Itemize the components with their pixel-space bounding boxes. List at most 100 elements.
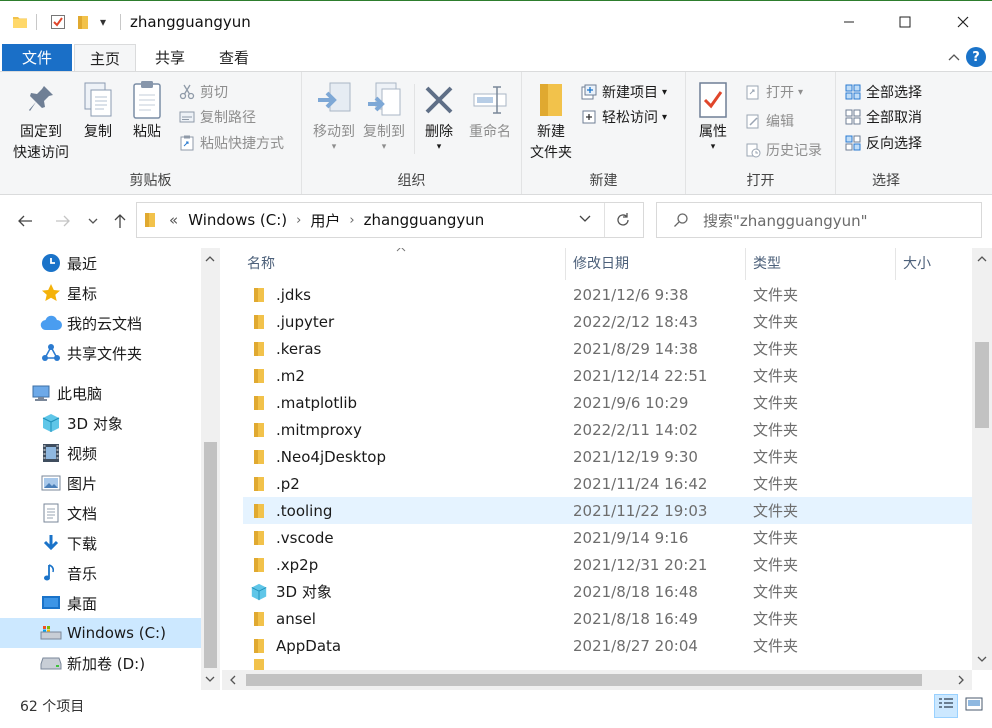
file-row[interactable]: .Neo4jDesktop 2021/12/19 9:30 文件夹 [243, 443, 972, 470]
paste-button[interactable]: 粘贴 [124, 78, 170, 143]
rename-button[interactable]: 重命名 [462, 78, 518, 143]
copy-button[interactable]: 复制 [76, 78, 120, 143]
nav-item-videos[interactable]: 视频 [0, 438, 202, 468]
help-icon[interactable]: ? [966, 47, 986, 67]
recent-locations-dropdown[interactable] [84, 210, 102, 232]
customize-toolbar-dropdown[interactable]: ▾ [100, 12, 106, 32]
column-divider[interactable] [745, 248, 746, 280]
scroll-down-arrow-icon[interactable] [973, 650, 991, 668]
properties-button[interactable]: 属性 ▾ [690, 78, 736, 152]
file-row[interactable]: .jupyter 2022/2/12 18:43 文件夹 [243, 308, 972, 335]
address-bar[interactable]: « Windows (C:) › 用户 › zhangguangyun [136, 202, 644, 238]
select-none-button[interactable]: 全部取消 [844, 105, 922, 129]
breadcrumb-chevron-icon[interactable]: › [296, 213, 301, 228]
large-icons-view-button[interactable] [962, 694, 986, 718]
nav-item-shared-folder[interactable]: 共享文件夹 [0, 338, 202, 368]
window-folder-icon [12, 12, 28, 32]
scroll-up-arrow-icon[interactable] [201, 250, 219, 268]
file-row[interactable]: .vscode 2021/9/14 9:16 文件夹 [243, 524, 972, 551]
column-header-type[interactable]: 类型 [753, 248, 781, 280]
copy-path-button[interactable]: 复制路径 [178, 105, 256, 129]
new-folder-button[interactable]: 新建 文件夹 [524, 78, 578, 164]
nav-pane-scrollbar[interactable] [201, 248, 220, 690]
address-overflow[interactable]: « [169, 211, 178, 229]
file-list-scroll-thumb[interactable] [975, 342, 989, 428]
address-dropdown-icon[interactable] [579, 215, 591, 223]
file-row[interactable]: AppData 2021/8/27 20:04 文件夹 [243, 632, 972, 659]
file-list-vertical-scrollbar[interactable] [972, 248, 992, 670]
column-header-name[interactable]: 名称 [247, 248, 275, 280]
scroll-right-arrow-icon[interactable] [952, 671, 970, 689]
breadcrumb-users[interactable]: 用户 [310, 210, 340, 231]
edit-button[interactable]: 编辑 [744, 109, 794, 133]
breadcrumb-current[interactable]: zhangguangyun [364, 211, 485, 229]
breadcrumb-drive[interactable]: Windows (C:) [188, 211, 287, 229]
move-to-button[interactable]: 移动到 ▾ [306, 78, 362, 152]
delete-button[interactable]: 删除 ▾ [418, 78, 460, 152]
copy-to-button[interactable]: 复制到 ▾ [356, 78, 412, 152]
file-type: 文件夹 [753, 340, 799, 358]
invert-selection-button[interactable]: 反向选择 [844, 131, 922, 155]
new-folder-quick-icon[interactable] [76, 12, 90, 32]
file-row[interactable]: 3D 对象 2021/8/18 16:48 文件夹 [243, 578, 972, 605]
file-row-hovered[interactable]: .tooling 2021/11/22 19:03 文件夹 [243, 497, 972, 524]
column-divider[interactable] [895, 248, 896, 280]
nav-item-this-pc[interactable]: 此电脑 [0, 378, 202, 408]
select-all-button[interactable]: 全部选择 [844, 80, 922, 104]
nav-item-desktop[interactable]: 桌面 [0, 588, 202, 618]
nav-item-documents[interactable]: 文档 [0, 498, 202, 528]
details-view-button[interactable] [934, 694, 958, 718]
scroll-left-arrow-icon[interactable] [224, 671, 242, 689]
easy-access-button[interactable]: 轻松访问 ▾ [580, 105, 667, 129]
nav-item-drive-c[interactable]: Windows (C:) [0, 618, 202, 648]
file-row[interactable]: .p2 2021/11/24 16:42 文件夹 [243, 470, 972, 497]
new-item-button[interactable]: 新建项目 ▾ [580, 80, 667, 104]
nav-item-pictures[interactable]: 图片 [0, 468, 202, 498]
tab-home[interactable]: 主页 [74, 44, 136, 72]
file-row[interactable]: .m2 2021/12/14 22:51 文件夹 [243, 362, 972, 389]
nav-pane-scroll-thumb[interactable] [204, 442, 217, 668]
maximize-button[interactable] [882, 7, 928, 37]
search-box[interactable]: 搜索"zhangguangyun" [656, 202, 982, 238]
forward-button[interactable] [52, 210, 74, 232]
tab-file[interactable]: 文件 [2, 44, 72, 72]
tab-share[interactable]: 共享 [142, 44, 198, 72]
file-row[interactable]: .jdks 2021/12/6 9:38 文件夹 [243, 281, 972, 308]
nav-item-recent[interactable]: 最近 [0, 248, 202, 278]
cut-button[interactable]: 剪切 [178, 80, 228, 104]
file-row[interactable]: ansel 2021/8/18 16:49 文件夹 [243, 605, 972, 632]
column-header-modified[interactable]: 修改日期 [573, 248, 629, 280]
nav-item-drive-d[interactable]: 新加卷 (D:) [0, 648, 202, 678]
back-button[interactable] [14, 210, 36, 232]
pin-to-quick-access-button[interactable]: 固定到 快速访问 [8, 78, 74, 164]
nav-item-downloads[interactable]: 下载 [0, 528, 202, 558]
nav-item-cloud-docs[interactable]: 我的云文档 [0, 308, 202, 338]
nav-item-3d-objects[interactable]: 3D 对象 [0, 408, 202, 438]
properties-quick-icon[interactable] [50, 12, 66, 32]
nav-item-music[interactable]: 音乐 [0, 558, 202, 588]
paste-shortcut-button[interactable]: 粘贴快捷方式 [178, 131, 284, 155]
open-group-label: 打开 [746, 173, 775, 189]
scroll-up-arrow-icon[interactable] [973, 250, 991, 268]
scroll-down-arrow-icon[interactable] [201, 670, 219, 688]
nav-item-starred[interactable]: 星标 [0, 278, 202, 308]
file-list-horizontal-scrollbar[interactable] [222, 670, 972, 690]
history-button[interactable]: 历史记录 [744, 138, 822, 162]
up-button[interactable] [109, 210, 131, 232]
file-row[interactable]: .keras 2021/8/29 14:38 文件夹 [243, 335, 972, 362]
refresh-icon[interactable] [615, 212, 631, 228]
column-header-size[interactable]: 大小 [903, 248, 931, 280]
file-row[interactable]: .matplotlib 2021/9/6 10:29 文件夹 [243, 389, 972, 416]
tab-view[interactable]: 查看 [206, 44, 262, 72]
column-divider[interactable] [565, 248, 566, 280]
file-type: 文件夹 [753, 475, 799, 493]
minimize-button[interactable] [826, 7, 872, 37]
file-row[interactable]: .xp2p 2021/12/31 20:21 文件夹 [243, 551, 972, 578]
close-button[interactable] [940, 7, 986, 37]
file-row[interactable]: .mitmproxy 2022/2/11 14:02 文件夹 [243, 416, 972, 443]
horizontal-scroll-thumb[interactable] [246, 674, 922, 686]
open-button[interactable]: 打开 ▾ [744, 80, 803, 104]
breadcrumb-chevron-icon[interactable]: › [349, 213, 354, 228]
collapse-ribbon-icon[interactable] [944, 46, 964, 68]
move-to-icon [306, 78, 362, 122]
